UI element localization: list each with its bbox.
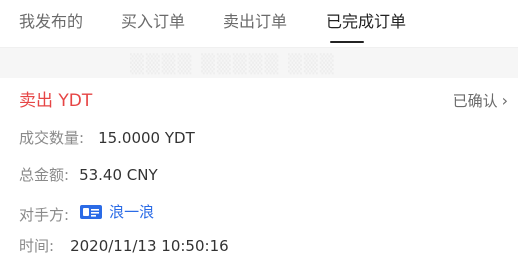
tab-buy-orders[interactable]: 买入订单 <box>121 11 185 33</box>
order-card[interactable]: 卖出 YDT 已确认 › 成交数量: 15.0000 YDT 总金额: 53.40 C… <box>0 78 518 262</box>
time-label: 时间: <box>19 237 55 255</box>
quantity-row: 成交数量: 15.0000 YDT <box>19 128 195 148</box>
time-value: 2020/11/13 10:50:16 <box>70 237 229 255</box>
quantity-label: 成交数量: <box>19 129 85 147</box>
order-title: 卖出 YDT <box>19 91 93 111</box>
tab-sell-orders[interactable]: 卖出订单 <box>223 11 287 33</box>
counterparty-row: 对手方: 浪一浪 <box>19 202 154 225</box>
counterparty-link[interactable]: 浪一浪 <box>79 202 154 222</box>
chevron-right-icon: › <box>501 91 508 110</box>
time-row: 时间: 2020/11/13 10:50:16 <box>19 236 229 256</box>
active-tab-indicator <box>330 41 364 43</box>
tab-completed-orders[interactable]: 已完成订单 <box>326 11 406 33</box>
tab-my-posts[interactable]: 我发布的 <box>19 11 83 33</box>
background-watermark: ▒▒▒▒ ▒▒▒▒▒ ▒▒▒ <box>130 54 336 75</box>
total-amount-row: 总金额: 53.40 CNY <box>19 165 158 185</box>
section-gap: ▒▒▒▒ ▒▒▒▒▒ ▒▒▒ <box>0 48 518 78</box>
order-status[interactable]: 已确认 › <box>453 90 508 112</box>
quantity-value: 15.0000 YDT <box>98 129 195 147</box>
status-text: 已确认 <box>452 92 498 110</box>
id-card-icon <box>79 204 103 220</box>
order-tabs: 我发布的 买入订单 卖出订单 已完成订单 <box>0 0 518 48</box>
counterparty-label: 对手方: <box>19 206 70 224</box>
counterparty-name: 浪一浪 <box>109 203 155 221</box>
total-amount-value: 53.40 CNY <box>79 166 158 184</box>
total-amount-label: 总金额: <box>19 166 70 184</box>
